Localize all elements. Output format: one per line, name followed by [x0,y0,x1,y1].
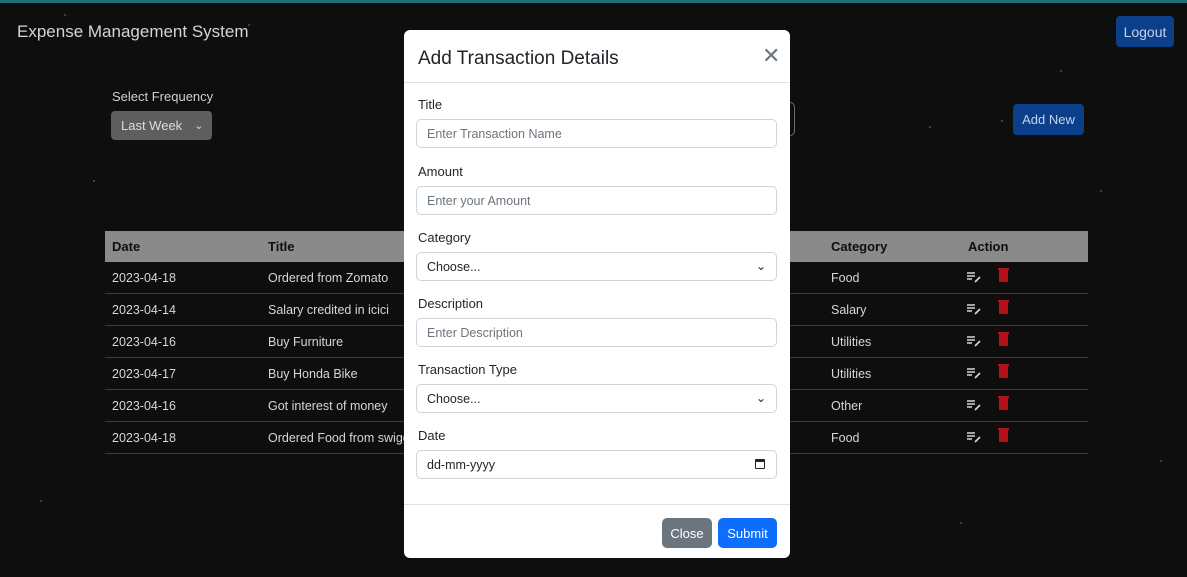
cell-title: Buy Furniture [268,335,344,349]
add-transaction-modal: Add Transaction Details ✕ Title Enter Tr… [404,30,790,558]
star-dot [929,126,931,128]
cell-category: Utilities [831,367,872,381]
top-accent-bar [0,0,1187,3]
cell-date: 2023-04-16 [112,399,176,413]
cell-date: 2023-04-16 [112,335,176,349]
frequency-value: Last Week [121,118,183,133]
transaction-type-label: Transaction Type [418,362,517,377]
date-value: dd-mm-yyyy [427,457,496,472]
date-input[interactable]: dd-mm-yyyy [416,450,777,479]
trash-icon[interactable] [998,332,1009,346]
trash-icon[interactable] [998,364,1009,378]
star-dot [64,14,66,16]
header-date: Date [112,239,141,254]
category-value: Choose... [427,259,481,274]
description-input[interactable]: Enter Description [416,318,777,347]
cell-date: 2023-04-14 [112,303,176,317]
close-icon[interactable]: ✕ [762,45,780,67]
amount-input[interactable]: Enter your Amount [416,186,777,215]
cell-title: Salary credited in icici [268,303,389,317]
chevron-down-icon: ⌄ [755,259,766,273]
logout-button[interactable]: Logout [1116,16,1174,47]
calendar-icon[interactable] [755,459,765,469]
modal-header: Add Transaction Details ✕ [404,30,790,83]
star-dot [1100,190,1102,192]
star-dot [960,522,962,524]
transaction-type-value: Choose... [427,391,481,406]
header-category: Category [831,239,888,254]
trash-icon[interactable] [998,300,1009,314]
header-title: Title [268,239,295,254]
edit-list-icon[interactable] [967,335,981,347]
cell-category: Food [831,271,860,285]
cell-date: 2023-04-18 [112,431,176,445]
cell-category: Other [831,399,863,413]
cell-title: Buy Honda Bike [268,367,358,381]
star-dot [1160,460,1162,462]
description-label: Description [418,296,484,311]
trash-icon[interactable] [998,428,1009,442]
category-select[interactable]: Choose... ⌄ [416,252,777,281]
star-dot [93,180,95,182]
header-action: Action [968,239,1009,254]
chevron-down-icon: ⌄ [755,391,766,405]
cell-category: Salary [831,303,867,317]
frequency-label: Select Frequency [112,89,214,104]
star-dot [1001,120,1003,122]
add-new-button[interactable]: Add New [1013,104,1084,135]
close-button[interactable]: Close [662,518,712,548]
cell-title: Ordered from Zomato [268,271,389,285]
trash-icon[interactable] [998,268,1009,282]
cell-title: Got interest of money [268,399,388,413]
title-label: Title [418,97,443,112]
trash-icon[interactable] [998,396,1009,410]
cell-date: 2023-04-18 [112,271,176,285]
cell-category: Utilities [831,335,872,349]
edit-list-icon[interactable] [967,399,981,411]
title-input[interactable]: Enter Transaction Name [416,119,777,148]
cell-date: 2023-04-17 [112,367,176,381]
app-title: Expense Management System [17,22,249,41]
amount-label: Amount [418,164,463,179]
submit-button[interactable]: Submit [718,518,777,548]
category-label: Category [418,230,471,245]
edit-list-icon[interactable] [967,367,981,379]
cell-title: Ordered Food from swigg [268,431,410,445]
transaction-type-select[interactable]: Choose... ⌄ [416,384,777,413]
chevron-down-icon: ⌄ [194,120,204,132]
modal-title: Add Transaction Details [418,48,619,69]
frequency-select[interactable]: Last Week ⌄ [111,111,212,140]
star-dot [1060,70,1062,72]
date-label: Date [418,428,446,443]
edit-list-icon[interactable] [967,431,981,443]
star-dot [40,500,42,502]
edit-list-icon[interactable] [967,303,981,315]
modal-footer: Close Submit [404,504,790,559]
edit-list-icon[interactable] [967,271,981,283]
cell-category: Food [831,431,860,445]
